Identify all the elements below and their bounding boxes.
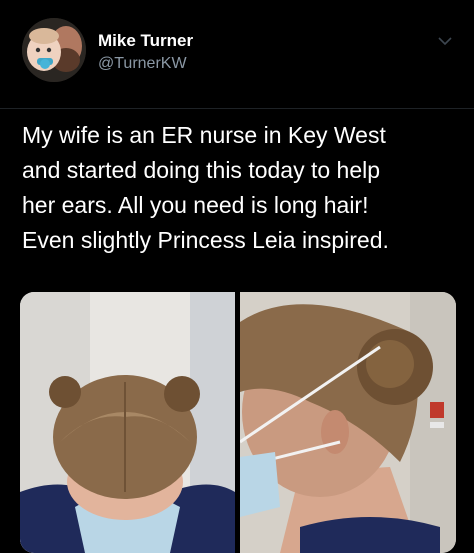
photo-top-view[interactable] (20, 292, 235, 553)
divider (0, 108, 474, 109)
avatar-image (22, 18, 86, 82)
photo-side-view[interactable] (240, 292, 456, 553)
author-name[interactable]: Mike Turner (98, 31, 193, 51)
tweet-card: Mike Turner @TurnerKW My wife is an ER n… (0, 0, 474, 553)
author-handle[interactable]: @TurnerKW (98, 55, 187, 73)
avatar[interactable] (22, 18, 86, 82)
tweet-media[interactable] (20, 292, 456, 553)
chevron-down-icon[interactable] (436, 34, 454, 48)
tweet-text: My wife is an ER nurse in Key West and s… (22, 122, 389, 253)
